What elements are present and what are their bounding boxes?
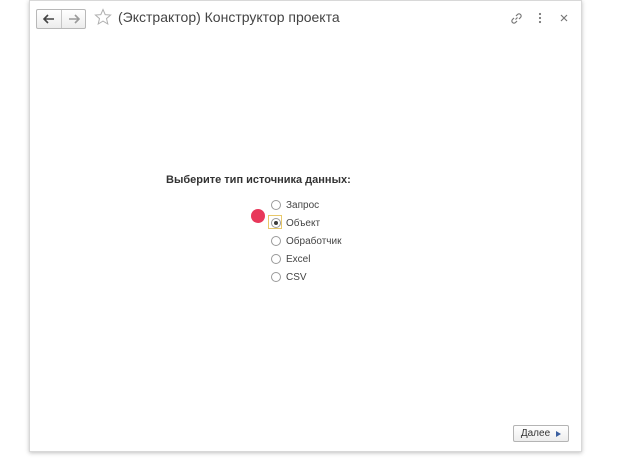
close-button[interactable] — [557, 10, 571, 26]
more-vertical-icon — [538, 12, 542, 24]
radio-option-excel[interactable]: Excel — [271, 250, 341, 268]
radio-option-handler[interactable]: Обработчик — [271, 232, 341, 250]
star-icon — [94, 8, 112, 26]
radio-button[interactable] — [271, 236, 281, 246]
title-bar: (Экстрактор) Конструктор проекта — [30, 1, 581, 35]
back-arrow-icon — [43, 14, 54, 24]
navigation-buttons — [36, 9, 86, 29]
play-arrow-icon — [556, 430, 562, 437]
title-actions — [509, 10, 571, 26]
radio-label: Запрос — [286, 199, 320, 211]
favorite-button[interactable] — [94, 8, 112, 26]
next-button-label: Далее — [520, 428, 551, 439]
link-button[interactable] — [509, 10, 523, 26]
radio-button[interactable] — [271, 272, 281, 282]
radio-option-query[interactable]: Запрос — [271, 196, 341, 214]
radio-button[interactable] — [271, 254, 281, 264]
forward-button[interactable] — [61, 10, 85, 28]
window-title: (Экстрактор) Конструктор проекта — [118, 9, 340, 25]
radio-label: Excel — [286, 253, 311, 265]
radio-option-object[interactable]: Объект — [268, 214, 341, 232]
back-button[interactable] — [37, 10, 61, 28]
radio-label: Обработчик — [286, 235, 342, 247]
annotation-marker — [251, 209, 265, 223]
link-icon — [510, 12, 522, 24]
forward-arrow-icon — [68, 14, 80, 24]
source-type-radio-group: Запрос Объект Обработчик Excel CSV — [268, 196, 341, 286]
close-icon — [560, 14, 568, 22]
radio-label: Объект — [286, 217, 321, 229]
more-button[interactable] — [533, 10, 547, 26]
next-button[interactable]: Далее — [513, 425, 569, 442]
radio-label: CSV — [286, 271, 307, 283]
source-type-prompt: Выберите тип источника данных: — [166, 174, 351, 186]
radio-button[interactable] — [271, 200, 281, 210]
wizard-window: (Экстрактор) Конструктор проекта Выберит… — [29, 0, 582, 452]
radio-option-csv[interactable]: CSV — [271, 268, 341, 286]
radio-button-checked[interactable] — [271, 218, 281, 228]
